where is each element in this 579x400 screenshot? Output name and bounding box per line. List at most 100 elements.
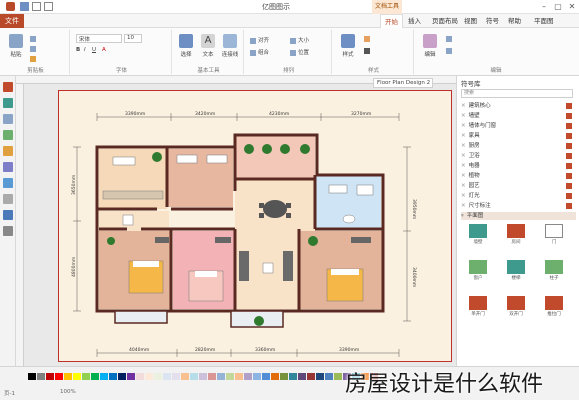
palette-swatch[interactable]: [244, 373, 252, 380]
tab-view[interactable]: 视图: [460, 14, 481, 28]
save-icon[interactable]: [20, 2, 29, 11]
data-icon[interactable]: [3, 178, 13, 188]
navigator-icon[interactable]: [3, 162, 13, 172]
minimize-icon[interactable]: –: [538, 2, 550, 11]
shape-tile[interactable]: 柱子: [537, 260, 571, 284]
palette-swatch[interactable]: [253, 373, 261, 380]
library-item[interactable]: ✕ 家具: [461, 132, 576, 140]
library-item[interactable]: ✕ 墙壁: [461, 112, 576, 120]
palette-swatch[interactable]: [136, 373, 144, 380]
select-button[interactable]: 选择: [176, 34, 196, 58]
palette-swatch[interactable]: [226, 373, 234, 380]
palette-swatch[interactable]: [325, 373, 333, 380]
close-icon[interactable]: ✕: [566, 2, 578, 11]
cut-button[interactable]: [30, 36, 38, 43]
library-item[interactable]: ✕ 卫浴: [461, 152, 576, 160]
palette-swatch[interactable]: [172, 373, 180, 380]
line-button[interactable]: [364, 48, 372, 55]
palette-swatch[interactable]: [298, 373, 306, 380]
tab-help[interactable]: 帮助: [504, 14, 525, 28]
library-item[interactable]: ✕ 建筑核心: [461, 102, 576, 110]
palette-swatch[interactable]: [82, 373, 90, 380]
floor-plan-drawing[interactable]: 3390mm 3420mm 4230mm 3270mm 4040mm 2820m…: [59, 91, 453, 363]
palette-swatch[interactable]: [73, 373, 81, 380]
palette-swatch[interactable]: [91, 373, 99, 380]
palette-swatch[interactable]: [163, 373, 171, 380]
palette-swatch[interactable]: [190, 373, 198, 380]
replace-button[interactable]: [446, 48, 454, 55]
fill-button[interactable]: [364, 36, 372, 43]
layers-icon[interactable]: [3, 114, 13, 124]
palette-swatch[interactable]: [154, 373, 162, 380]
palette-swatch[interactable]: [37, 373, 45, 380]
redo-icon[interactable]: [44, 2, 53, 11]
shape-tile[interactable]: 单开门: [461, 296, 495, 320]
position-button[interactable]: 位置: [290, 48, 309, 56]
connector-button[interactable]: 连接线: [220, 34, 240, 58]
shape-tile[interactable]: 推拉门: [537, 296, 571, 320]
palette-swatch[interactable]: [118, 373, 126, 380]
palette-swatch[interactable]: [64, 373, 72, 380]
palette-swatch[interactable]: [316, 373, 324, 380]
text-button[interactable]: A 文本: [198, 34, 218, 58]
library-item[interactable]: ✕ 厨房: [461, 142, 576, 150]
shape-tile[interactable]: 窗户: [461, 260, 495, 284]
palette-swatch[interactable]: [46, 373, 54, 380]
group-button[interactable]: 组合: [250, 48, 269, 56]
tab-file[interactable]: 文件: [0, 14, 24, 28]
font-size-select[interactable]: 10: [124, 34, 142, 43]
palette-swatch[interactable]: [127, 373, 135, 380]
library-item[interactable]: ✕ 灯光: [461, 192, 576, 200]
tab-insert[interactable]: 插入: [404, 14, 425, 28]
library-item[interactable]: ✕ 尺寸标注: [461, 202, 576, 210]
align-button[interactable]: 对齐: [250, 36, 269, 44]
palette-swatch[interactable]: [262, 373, 270, 380]
library-item[interactable]: ✕ 园艺: [461, 182, 576, 190]
shape-tile[interactable]: 门: [537, 224, 571, 248]
edit-button[interactable]: 编辑: [420, 34, 440, 58]
page-icon[interactable]: [3, 146, 13, 156]
style-button[interactable]: 样式: [338, 34, 358, 58]
comment-icon[interactable]: [3, 194, 13, 204]
library-item[interactable]: ✕ 墙体与门窗: [461, 122, 576, 130]
page-indicator[interactable]: 页-1: [4, 389, 15, 397]
tab-floorplan[interactable]: 平面图: [530, 14, 558, 28]
italic-button[interactable]: I: [84, 47, 86, 53]
palette-swatch[interactable]: [271, 373, 279, 380]
floor-plan-sheet[interactable]: 3390mm 3420mm 4230mm 3270mm 4040mm 2820m…: [58, 90, 452, 362]
font-name-select[interactable]: 宋体: [76, 34, 122, 43]
palette-swatch[interactable]: [109, 373, 117, 380]
palette-swatch[interactable]: [145, 373, 153, 380]
drawing-canvas[interactable]: 3390mm 3420mm 4230mm 3270mm 4040mm 2820m…: [24, 84, 456, 366]
library-item-active[interactable]: ▾ 平面图: [461, 212, 576, 220]
shape-tile[interactable]: 墙壁: [461, 224, 495, 248]
help-icon[interactable]: [3, 226, 13, 236]
shapes-icon[interactable]: [3, 82, 13, 92]
library-item[interactable]: ✕ 植物: [461, 172, 576, 180]
image-icon[interactable]: [3, 130, 13, 140]
copy-button[interactable]: [30, 46, 38, 53]
palette-swatch[interactable]: [289, 373, 297, 380]
palette-swatch[interactable]: [235, 373, 243, 380]
format-painter-button[interactable]: [30, 56, 38, 63]
palette-swatch[interactable]: [55, 373, 63, 380]
underline-button[interactable]: U: [92, 47, 96, 53]
undo-icon[interactable]: [32, 2, 41, 11]
library-search-input[interactable]: 搜索: [461, 89, 573, 98]
palette-swatch[interactable]: [334, 373, 342, 380]
shape-tile[interactable]: 楼梯: [499, 260, 533, 284]
palette-swatch[interactable]: [208, 373, 216, 380]
tab-symbols[interactable]: 符号: [482, 14, 503, 28]
font-color-button[interactable]: A: [102, 47, 106, 53]
zoom-level[interactable]: 100%: [60, 389, 76, 395]
history-icon[interactable]: [3, 210, 13, 220]
context-tab-label[interactable]: 文档工具: [372, 0, 402, 14]
shape-tile[interactable]: 双开门: [499, 296, 533, 320]
bold-button[interactable]: B: [76, 47, 80, 53]
palette-swatch[interactable]: [307, 373, 315, 380]
palette-swatch[interactable]: [28, 373, 36, 380]
palette-swatch[interactable]: [100, 373, 108, 380]
tab-home[interactable]: 开始: [380, 14, 403, 28]
size-button[interactable]: 大小: [290, 36, 309, 44]
color-palette[interactable]: [28, 373, 379, 381]
